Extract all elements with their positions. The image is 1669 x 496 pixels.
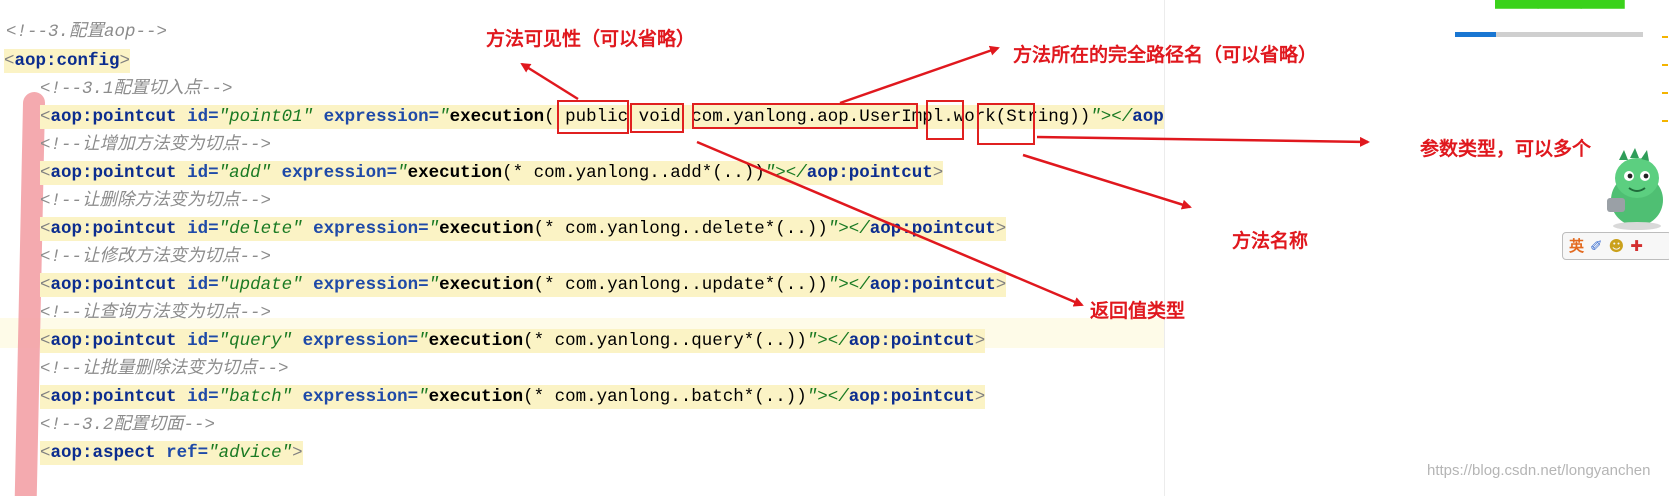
annotation-visibility: 方法可见性（可以省略） [486, 28, 696, 50]
arrow-path [839, 45, 1000, 105]
arrow-return-type [696, 140, 1084, 307]
annotation-params: 参数类型，可以多个 [1420, 138, 1592, 160]
annotation-method-name: 方法名称 [1232, 230, 1309, 252]
annotation-return-type: 返回值类型 [1090, 300, 1186, 322]
annotation-path: 方法所在的完全路径名（可以省略） [1013, 44, 1318, 66]
watermark: https://blog.csdn.net/longyanchen [1427, 462, 1651, 479]
arrow-params [1036, 135, 1370, 147]
annotation-arrows [520, 45, 1370, 307]
arrow-method-name [1022, 153, 1192, 210]
arrow-visibility [520, 62, 579, 101]
